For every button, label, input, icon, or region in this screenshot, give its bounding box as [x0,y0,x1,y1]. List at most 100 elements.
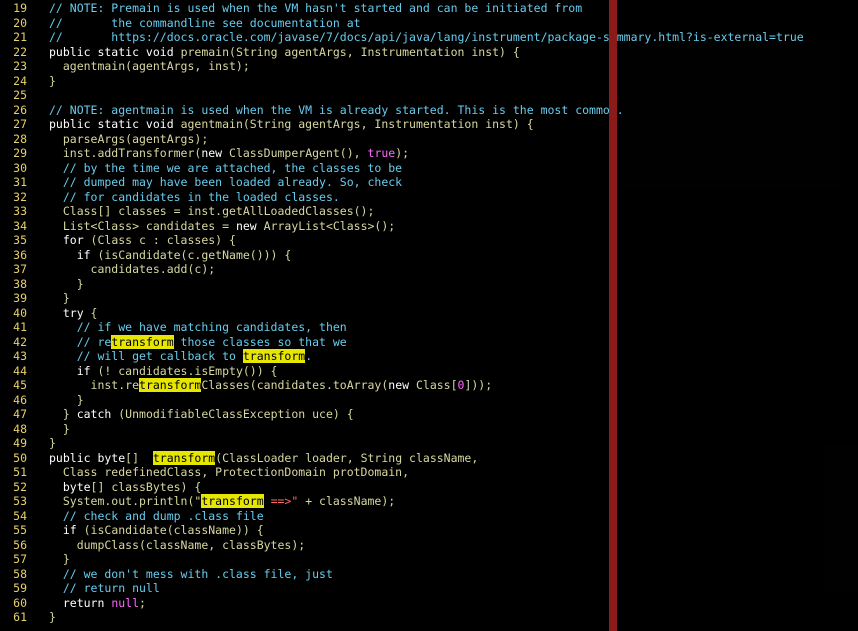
code-line[interactable]: 40 try { [0,306,97,321]
code-token: agentmain(String agentArgs, Instrumentat… [180,117,534,131]
code-line[interactable]: 57 } [0,552,70,567]
code-line[interactable]: 45 inst.retransformClasses(candidates.to… [0,378,492,393]
code-line[interactable]: 50 public byte[] transform(ClassLoader lo… [0,450,478,466]
code-token: candidates.add(c); [49,262,216,276]
code-token: } [49,276,84,291]
code-text: Class redefinedClass, ProtectionDomain p… [27,465,409,480]
code-token: // for candidates in the loaded classes. [49,189,340,204]
code-line[interactable]: 53 System.out.println("transform ==>" + … [0,494,395,509]
code-line[interactable]: 37 candidates.add(c); [0,262,215,277]
code-line[interactable]: 55 if (isCandidate(className)) { [0,523,264,538]
code-token: if [49,523,84,537]
code-line[interactable]: 54 // check and dump .class file [0,509,264,524]
code-editor[interactable]: 19 // NOTE: Premain is used when the VM h… [0,0,858,631]
line-number: 52 [13,479,27,494]
code-token: ClassDumperAgent(), [229,146,368,160]
code-token: (! candidates.isEmpty()) { [97,363,278,378]
code-token: inst.re [49,378,140,392]
line-number: 41 [13,320,27,334]
code-line[interactable]: 19 // NOTE: Premain is used when the VM h… [0,1,582,16]
code-token: // the commandline see documentation at [49,15,361,30]
code-line[interactable]: 41 // if we have matching candidates, th… [0,320,347,335]
code-line[interactable]: 22 public static void premain(String agen… [0,45,520,60]
code-line[interactable]: 60 return null; [0,596,146,611]
search-highlight: transform [242,349,306,363]
code-line[interactable]: 49} [0,436,56,451]
code-line[interactable]: 46 } [0,392,84,408]
code-token: . [305,349,313,363]
code-token: premain(String agentArgs, Instrumentatio… [180,44,520,59]
code-text: // retransform those classes so that we [27,334,347,350]
code-text: System.out.println("transform ==>" + cla… [27,494,395,509]
code-token: System.out.println(" [49,494,202,508]
code-line[interactable]: 28 parseArgs(agentArgs); [0,132,208,147]
code-token: ==>" [263,494,299,508]
code-token: } [49,291,70,305]
code-line[interactable]: 56 dumpClass(className, classBytes); [0,538,305,553]
code-line[interactable]: 33 Class[] classes = inst.getAllLoadedCl… [0,204,374,219]
code-text: List<Class> candidates = new ArrayList<C… [27,219,395,234]
line-number: 38 [13,276,27,291]
code-line[interactable]: 39 } [0,291,70,306]
code-token: new [235,218,264,233]
code-text: // NOTE: Premain is used when the VM has… [27,1,582,16]
code-line[interactable]: 61} [0,610,56,625]
line-number: 32 [13,189,27,204]
line-number: 33 [13,204,27,218]
code-token: dumpClass(className, classBytes); [49,537,306,552]
search-highlight: transform [201,494,264,508]
code-line[interactable]: 24} [0,74,56,89]
line-number: 60 [13,595,27,610]
code-text: Class[] classes = inst.getAllLoadedClass… [27,204,375,219]
code-line[interactable]: 25 [0,88,49,103]
code-line[interactable]: 32 // for candidates in the loaded class… [0,190,340,205]
code-line[interactable]: 44 if (! candidates.isEmpty()) { [0,364,277,379]
line-number: 37 [13,262,27,276]
line-number: 36 [13,247,27,262]
code-text: public byte[] transform(ClassLoader load… [27,450,478,466]
line-number: 21 [13,30,27,44]
code-text: public static void premain(String agentA… [27,45,520,60]
code-text: } [27,552,70,567]
code-line[interactable]: 43 // will get callback to transform. [0,349,312,364]
code-token: (UnmodifiableClassException uce) { [118,407,354,421]
code-text: dumpClass(className, classBytes); [27,537,306,553]
code-token: // if we have matching candidates, then [49,320,347,334]
code-line[interactable]: 36 if (isCandidate(c.getName())) { [0,248,291,263]
code-line[interactable]: 34 List<Class> candidates = new ArrayLis… [0,219,395,234]
code-token: if [49,247,98,262]
code-text: } [27,436,56,451]
code-line[interactable]: 59 // return null [0,581,160,596]
code-token: // dumped may have been loaded already. … [49,175,403,189]
code-line[interactable]: 42 // retransform those classes so that … [0,334,347,350]
code-line[interactable]: 26 // NOTE: agentmain is used when the VM… [0,103,624,118]
code-token: agentmain(agentArgs, inst); [49,59,250,73]
code-line[interactable]: 29 inst.addTransformer(new ClassDumperAg… [0,146,409,161]
code-line[interactable]: 20 // the commandline see documentation a… [0,16,361,31]
code-token: null [111,595,140,610]
code-text: public static void agentmain(String agen… [27,117,534,132]
code-text: } [27,277,84,292]
code-token: public static void [49,117,181,131]
code-line[interactable]: 47 } catch (UnmodifiableClassException u… [0,407,354,422]
code-line[interactable]: 23 agentmain(agentArgs, inst); [0,59,250,74]
code-line[interactable]: 35 for (Class c : classes) { [0,233,236,248]
code-line[interactable]: 48 } [0,422,70,437]
line-number: 19 [13,1,27,15]
code-text: // the commandline see documentation at [27,16,361,31]
code-line[interactable]: 21 // https://docs.oracle.com/javase/7/do… [0,30,804,45]
code-line[interactable]: 51 Class redefinedClass, ProtectionDomai… [0,465,409,480]
code-token: } [49,392,84,407]
code-token: new [388,378,416,392]
code-text: // for candidates in the loaded classes. [27,190,340,205]
code-line[interactable]: 38 } [0,276,84,292]
code-line[interactable]: 30 // by the time we are attached, the c… [0,161,402,176]
code-line[interactable]: 31 // dumped may have been loaded alread… [0,175,402,190]
code-token: (isCandidate(c.getName())) { [97,247,292,262]
code-line[interactable]: 52 byte[] classBytes) { [0,480,201,495]
code-line[interactable]: 58 // we don't mess with .class file, ju… [0,567,333,582]
code-token: return [49,595,112,610]
code-line[interactable]: 27 public static void agentmain(String ag… [0,117,534,132]
code-token: } [49,552,70,566]
line-number: 59 [13,581,27,595]
